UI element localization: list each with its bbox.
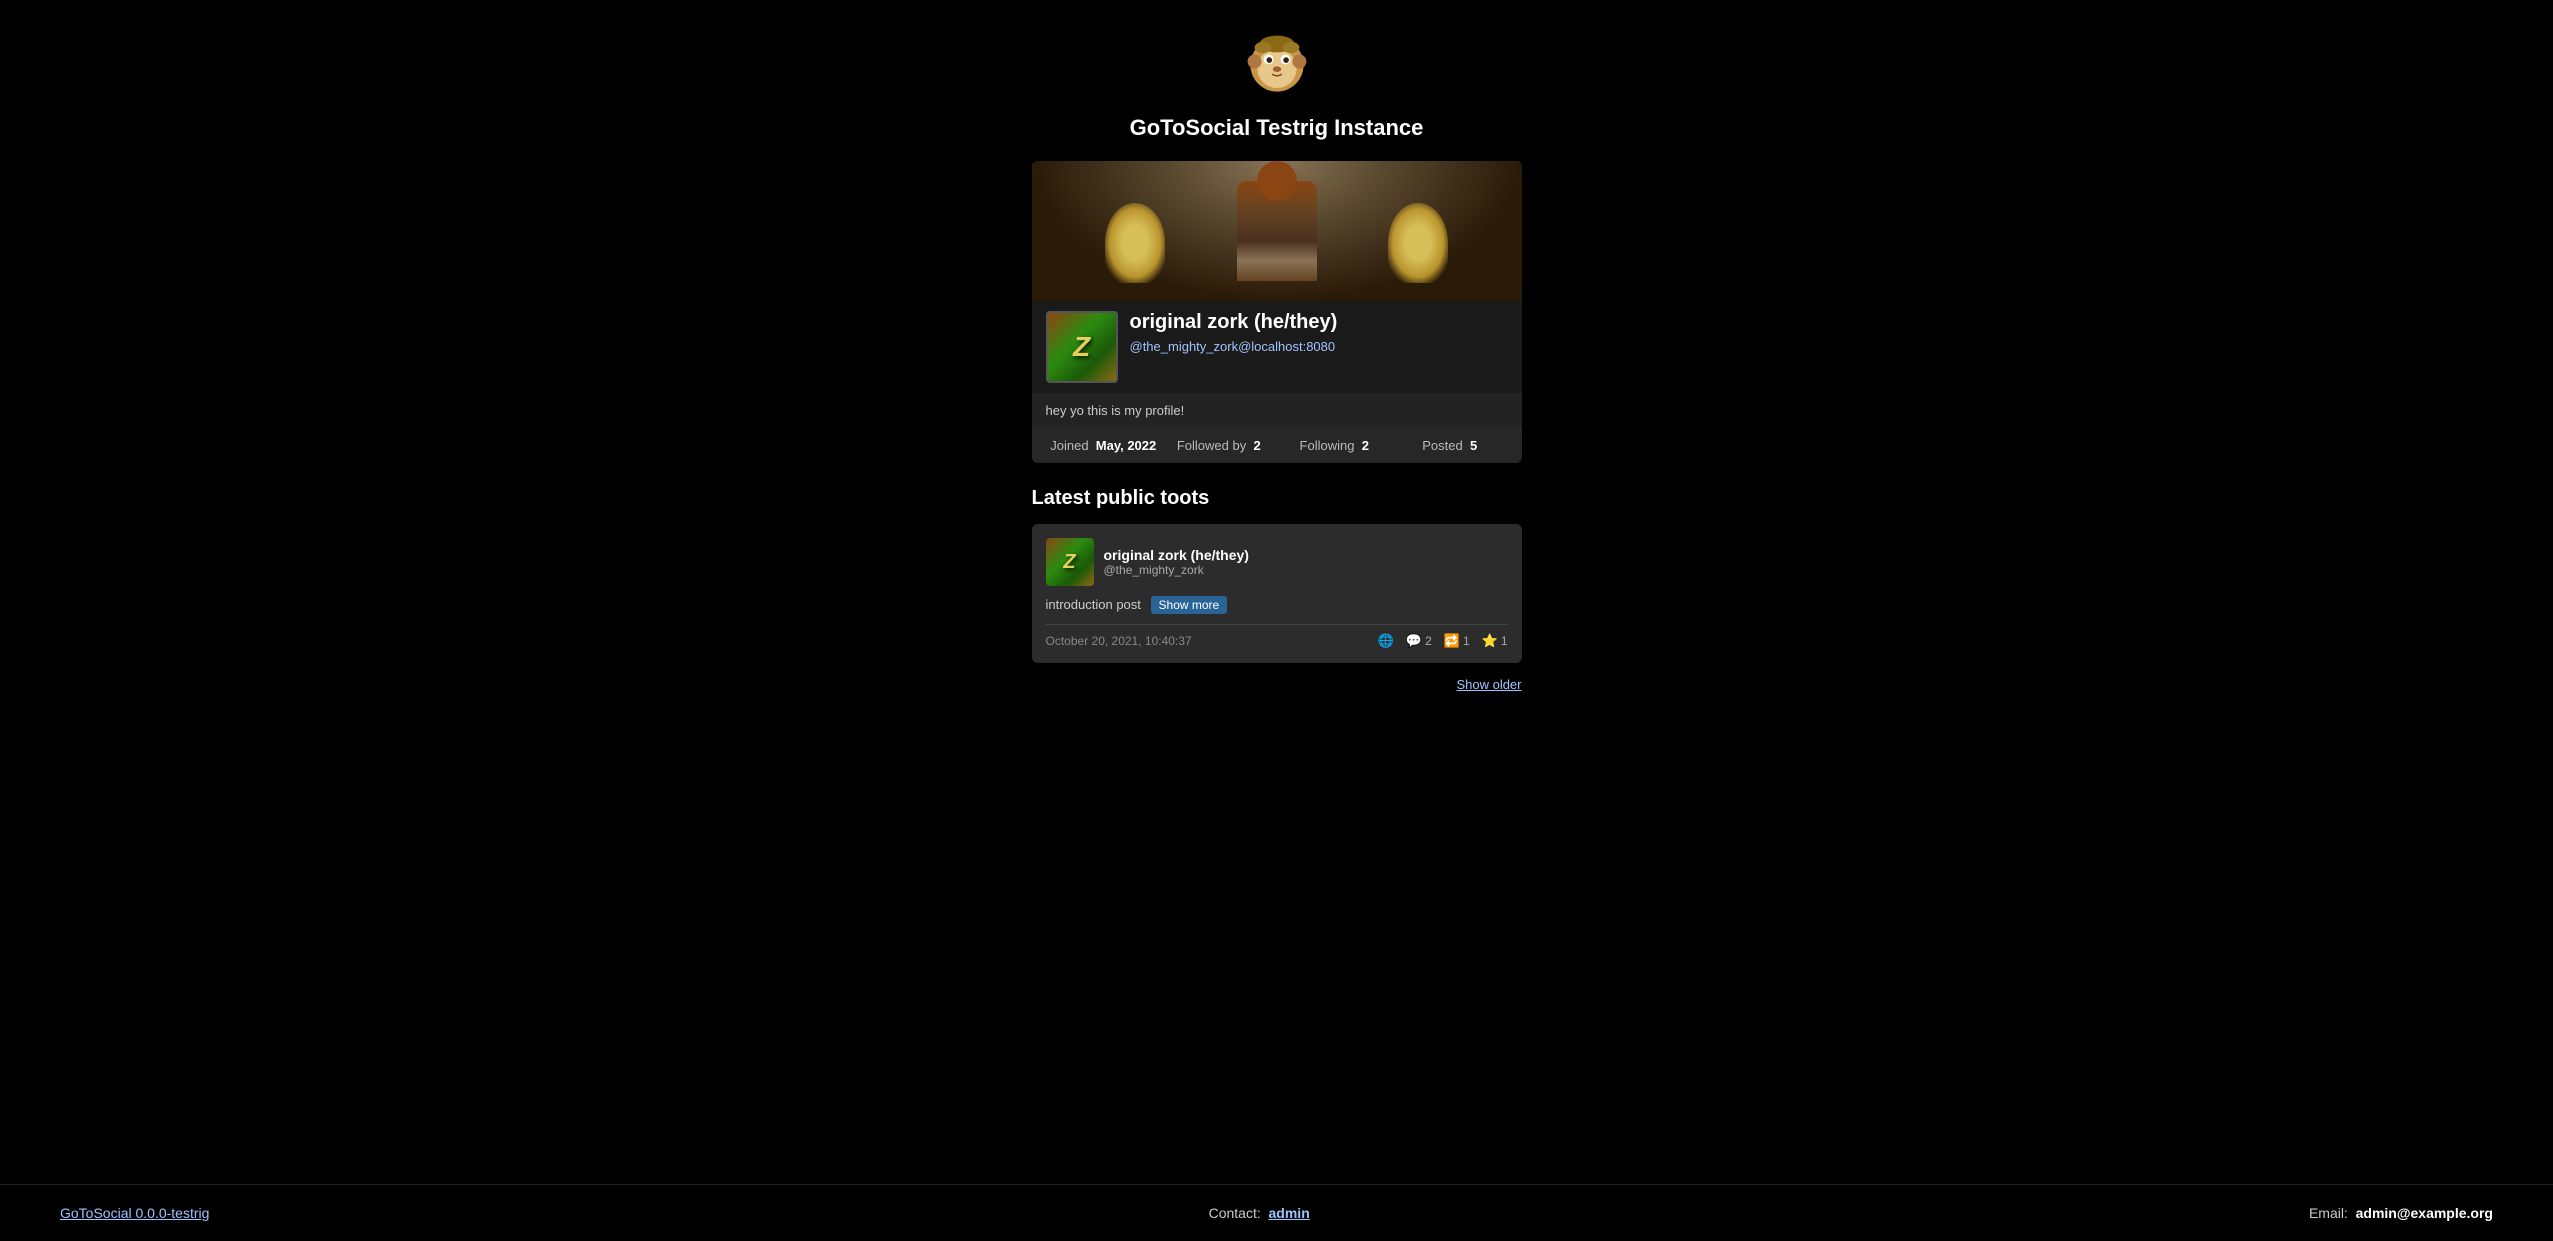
- stat-following: Following 2: [1277, 438, 1393, 453]
- joined-label: Joined: [1050, 438, 1088, 453]
- profile-bio: hey yo this is my profile!: [1032, 393, 1522, 428]
- show-older-link[interactable]: Show older: [1032, 677, 1522, 692]
- profile-banner: [1032, 161, 1522, 301]
- post-author-name: original zork (he/they): [1104, 547, 1508, 563]
- profile-name-section: original zork (he/they) @the_mighty_zork…: [1130, 311, 1508, 356]
- reply-icon: 💬: [1406, 633, 1422, 649]
- post-meta: October 20, 2021, 10:40:37 🌐 💬 2 🔁 1 ⭐ 1: [1046, 624, 1508, 649]
- banner-figure: [1237, 181, 1317, 281]
- site-title: GoToSocial Testrig Instance: [1130, 115, 1424, 141]
- stat-followed-by: Followed by 2: [1161, 438, 1277, 453]
- profile-card: original zork (he/they) @the_mighty_zork…: [1032, 161, 1522, 463]
- following-count: 2: [1362, 438, 1369, 453]
- star-icon: ⭐: [1482, 633, 1498, 649]
- post-author-handle: @the_mighty_zork: [1104, 563, 1508, 577]
- post-content: introduction post Show more: [1046, 596, 1508, 614]
- footer-email-label: Email:: [2309, 1205, 2348, 1221]
- footer-email-value: admin@example.org: [2356, 1205, 2493, 1221]
- followed-by-count: 2: [1253, 438, 1260, 453]
- profile-stats: Joined May, 2022 Followed by 2 Following…: [1032, 428, 1522, 463]
- joined-date: May, 2022: [1096, 438, 1156, 453]
- post-author-info: original zork (he/they) @the_mighty_zork: [1104, 547, 1508, 577]
- favorite-count: 1: [1501, 634, 1508, 648]
- profile-username[interactable]: @the_mighty_zork@localhost:8080: [1130, 339, 1336, 354]
- post-visibility-icon: 🌐: [1378, 633, 1394, 649]
- followed-by-label: Followed by: [1177, 438, 1246, 453]
- post-reply-action[interactable]: 💬 2: [1406, 633, 1432, 649]
- post-timestamp: October 20, 2021, 10:40:37: [1046, 634, 1366, 648]
- posted-label: Posted: [1422, 438, 1462, 453]
- footer-version-link[interactable]: GoToSocial 0.0.0-testrig: [60, 1205, 209, 1221]
- profile-display-name: original zork (he/they): [1130, 311, 1508, 334]
- latest-toots-title: Latest public toots: [1032, 487, 1522, 510]
- site-footer: GoToSocial 0.0.0-testrig Contact: admin …: [0, 1184, 2553, 1241]
- stat-posted: Posted 5: [1392, 438, 1508, 453]
- post-text: introduction post: [1046, 597, 1141, 612]
- footer-contact-label: Contact:: [1209, 1205, 1261, 1221]
- boost-count: 1: [1463, 634, 1470, 648]
- post-favorite-action[interactable]: ⭐ 1: [1482, 633, 1508, 649]
- post-author-row: original zork (he/they) @the_mighty_zork: [1046, 538, 1508, 586]
- site-header: GoToSocial Testrig Instance: [1130, 0, 1424, 161]
- posted-count: 5: [1470, 438, 1477, 453]
- banner-scene: [1032, 161, 1522, 301]
- following-label: Following: [1300, 438, 1355, 453]
- footer-contact-value[interactable]: admin: [1269, 1205, 1310, 1221]
- reply-count: 2: [1425, 634, 1432, 648]
- post-avatar: [1046, 538, 1094, 586]
- globe-icon: 🌐: [1378, 633, 1394, 649]
- profile-info: original zork (he/they) @the_mighty_zork…: [1032, 301, 1522, 463]
- profile-top: original zork (he/they) @the_mighty_zork…: [1032, 301, 1522, 393]
- show-more-button[interactable]: Show more: [1151, 596, 1228, 614]
- boost-icon: 🔁: [1444, 633, 1460, 649]
- post-boost-action[interactable]: 🔁 1: [1444, 633, 1470, 649]
- footer-contact: Contact: admin: [1209, 1205, 1310, 1221]
- avatar: [1046, 311, 1118, 383]
- footer-email: Email: admin@example.org: [2309, 1205, 2493, 1221]
- site-logo: [1242, 30, 1312, 105]
- post-card: original zork (he/they) @the_mighty_zork…: [1032, 524, 1522, 663]
- stat-joined: Joined May, 2022: [1046, 438, 1162, 453]
